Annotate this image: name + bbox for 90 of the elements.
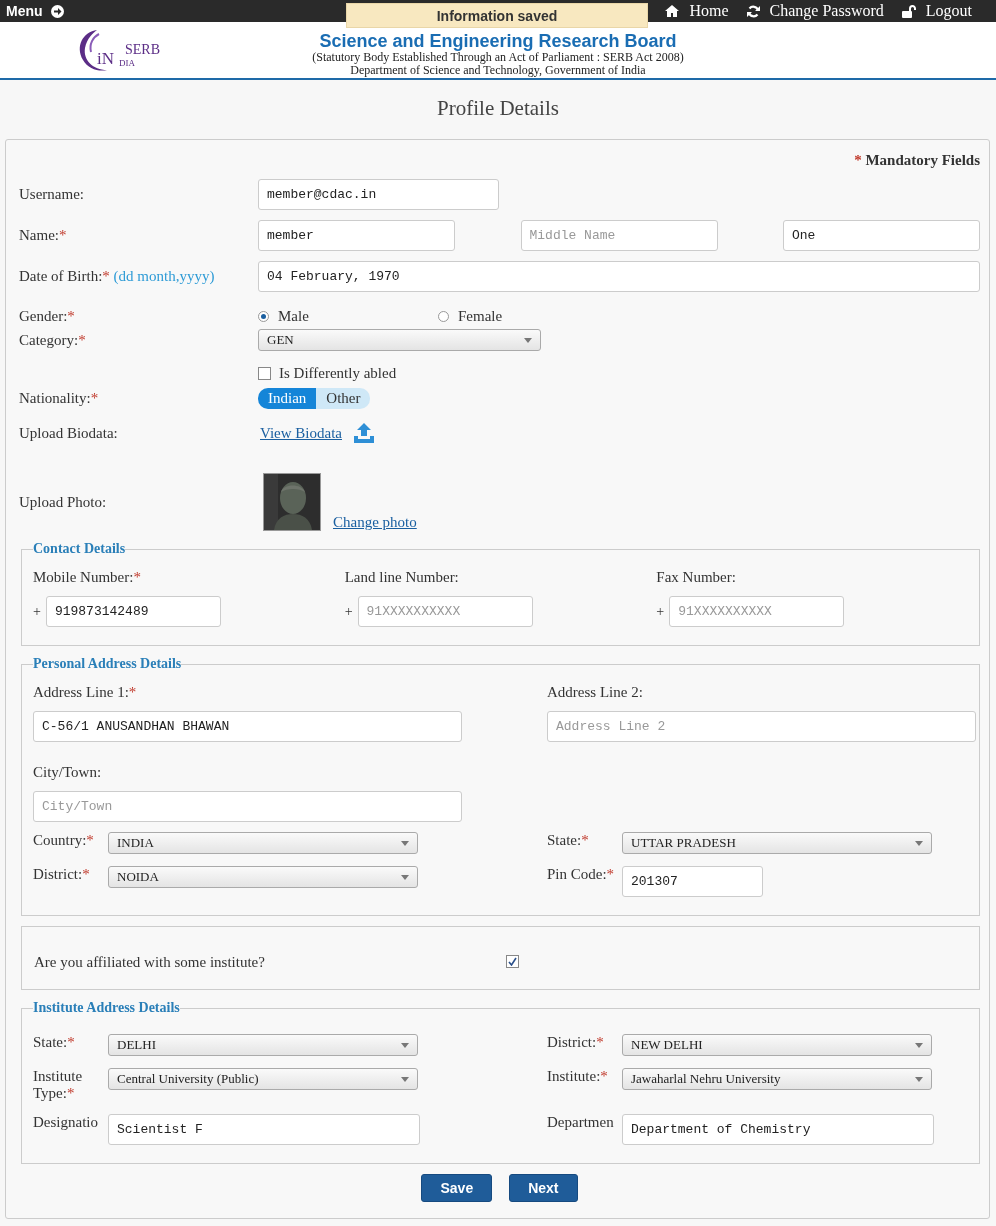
toggle-option[interactable]: Other: [316, 388, 371, 409]
caret-icon: [915, 840, 923, 846]
plus-prefix: +: [344, 603, 353, 620]
field-label: City/Town:: [33, 764, 103, 781]
text-field[interactable]: member: [258, 220, 455, 251]
arrow-icon: [50, 4, 64, 18]
field-label: Designatio: [33, 1114, 99, 1131]
form-button[interactable]: Next: [509, 1174, 578, 1202]
field-label: Address Line 1:*: [33, 684, 138, 701]
dropdown[interactable]: DELHI: [108, 1034, 418, 1056]
field-label: Land line Number:: [344, 569, 460, 586]
menu-button[interactable]: Menu: [6, 3, 64, 19]
home-icon: [665, 5, 680, 17]
text-field[interactable]: 91XXXXXXXXXX: [357, 596, 533, 627]
caret-icon: [915, 1076, 923, 1082]
text-field[interactable]: 91XXXXXXXXXX: [669, 596, 845, 627]
site-subtitle: (Statutory Body Established Through an Act of Parliament : SERB Act 2008): [312, 51, 684, 64]
upload-icon[interactable]: [354, 423, 374, 443]
field-label: Date of Birth:* (dd month,yyyy): [19, 268, 216, 285]
plus-prefix: +: [33, 603, 41, 620]
text-field[interactable]: Scientist F: [108, 1114, 420, 1145]
nav-link[interactable]: Home: [665, 2, 729, 20]
radio-label: Female: [458, 308, 503, 325]
toast-message: Information saved: [346, 3, 648, 28]
dropdown[interactable]: INDIA: [108, 832, 418, 854]
caret-icon: [401, 1076, 409, 1082]
field-label: District:*: [33, 866, 91, 883]
text-field[interactable]: 04 February, 1970: [258, 261, 980, 292]
field-label: Departmen: [547, 1114, 615, 1131]
dropdown[interactable]: Jawaharlal Nehru University: [622, 1068, 932, 1090]
section-title: Institute Address Details: [33, 1000, 180, 1016]
text-field[interactable]: Department of Chemistry: [622, 1114, 934, 1145]
field-label: Institute Type:*: [33, 1068, 84, 1102]
text-field[interactable]: 201307: [622, 866, 763, 897]
text-field[interactable]: 919873142489: [45, 596, 221, 627]
caret-icon: [401, 874, 409, 880]
field-label: Username:: [19, 186, 85, 203]
dropdown[interactable]: NOIDA: [108, 866, 418, 888]
caret-icon: [524, 337, 532, 343]
field-label: Country:*: [33, 832, 95, 849]
department-name: Department of Science and Technology, Government of India: [350, 64, 646, 77]
text-field[interactable]: member@cdac.in: [258, 179, 499, 210]
field-label: State:*: [547, 832, 590, 849]
field-label: Fax Number:: [656, 569, 737, 586]
field-label: Pin Code:*: [547, 866, 616, 883]
checkbox[interactable]: [506, 955, 519, 968]
field-label: Upload Biodata:: [19, 424, 119, 442]
plus-prefix: +: [656, 603, 665, 620]
form-button[interactable]: Save: [421, 1174, 493, 1202]
dropdown[interactable]: Central University (Public): [108, 1068, 418, 1090]
section-title: Contact Details: [33, 541, 126, 557]
unlock-icon: [901, 4, 916, 18]
radio-button[interactable]: [258, 311, 269, 322]
dropdown[interactable]: GEN: [258, 329, 541, 351]
question-text: Are you affiliated with some institute?: [34, 954, 266, 971]
text-field[interactable]: One: [783, 220, 980, 251]
text-field[interactable]: Address Line 2: [547, 711, 976, 742]
text-field[interactable]: Middle Name: [520, 220, 718, 251]
field-label: State:*: [33, 1034, 76, 1051]
text-field[interactable]: C-56/1 ANUSANDHAN BHAWAN: [33, 711, 462, 742]
field-label: Nationality:*: [19, 390, 100, 407]
field-label: Mobile Number:*: [33, 569, 142, 586]
caret-icon: [401, 1042, 409, 1048]
checkbox-label: Is Differently abled: [279, 365, 397, 382]
field-label: Institute:*: [547, 1068, 609, 1085]
change-photo-link[interactable]: Change photo: [333, 514, 417, 531]
field-label: Category:*: [19, 331, 87, 349]
field-label: Gender:*: [19, 308, 76, 325]
refresh-icon: [746, 4, 760, 18]
field-label: Name:*: [19, 227, 68, 244]
field-label: Address Line 2:: [547, 684, 644, 701]
dropdown[interactable]: NEW DELHI: [622, 1034, 932, 1056]
dropdown[interactable]: UTTAR PRADESH: [622, 832, 932, 854]
caret-icon: [915, 1042, 923, 1048]
check-icon: [508, 957, 517, 966]
radio-label: Male: [278, 308, 309, 325]
section-title: Personal Address Details: [33, 656, 182, 672]
field-label: District:*: [547, 1034, 605, 1051]
checkbox[interactable]: [258, 367, 271, 380]
nav-link[interactable]: Logout: [901, 2, 972, 20]
page-title: Profile Details: [436, 96, 560, 121]
nav-link[interactable]: Change Password: [746, 2, 884, 20]
caret-icon: [401, 840, 409, 846]
view-biodata-link[interactable]: View Biodata: [260, 424, 342, 442]
field-label: Upload Photo:: [19, 493, 108, 511]
site-title: Science and Engineering Research Board: [319, 32, 677, 51]
radio-button[interactable]: [438, 311, 449, 322]
mandatory-note: * Mandatory Fields: [854, 152, 980, 168]
text-field[interactable]: City/Town: [33, 791, 462, 822]
toggle-option[interactable]: Indian: [258, 388, 317, 409]
